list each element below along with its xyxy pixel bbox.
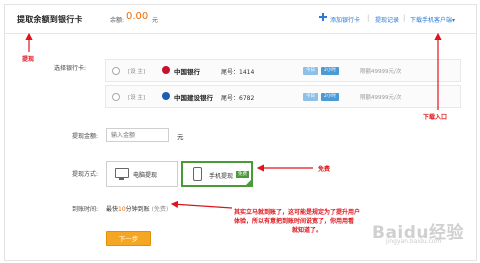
arrival-note-arrow: [170, 200, 233, 209]
free-annotation: 免费: [318, 166, 331, 173]
watermark-url: jingyan.baidu.com: [386, 238, 442, 245]
note-annotation-line1: 其实立马就到账了，这可能是规定为了提升用户: [234, 209, 361, 216]
note-annotation-line2: 体验，所以有意把到账时间说宽了，你用用看: [234, 218, 355, 225]
withdraw-annotation: 提现: [22, 56, 35, 63]
note-annotation-line3: 就知道了。: [292, 227, 323, 234]
download-entry-annotation: 下载入口: [423, 114, 448, 121]
